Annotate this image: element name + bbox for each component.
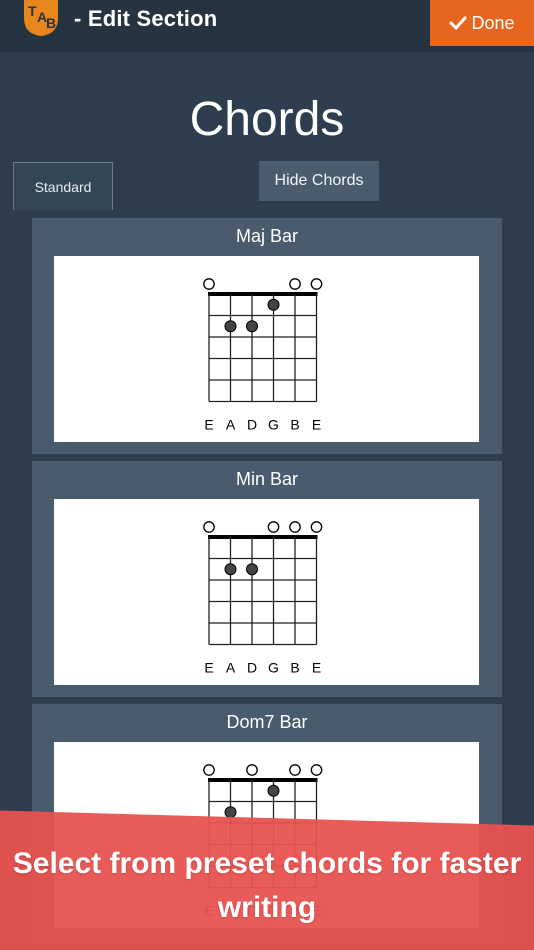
done-label: Done: [471, 12, 515, 33]
open-string-marker: [203, 521, 215, 533]
string-name-label: B: [290, 660, 299, 676]
page-title: Chords: [189, 93, 345, 146]
open-string-marker: [246, 764, 258, 776]
done-button[interactable]: Done: [430, 0, 534, 46]
top-bar: T A B - Edit Section Done: [0, 0, 534, 52]
tab-standard[interactable]: Standard: [13, 162, 113, 210]
open-string-marker: [310, 764, 323, 776]
finger-dot: [246, 563, 258, 576]
string-name-label: A: [226, 417, 236, 433]
chord-name: Min Bar: [235, 469, 298, 489]
chord-card-min-bar[interactable]: Min Bar EADGBE: [32, 461, 502, 697]
string-name-label: E: [312, 660, 321, 676]
open-string-marker: [310, 521, 323, 533]
finger-dot: [224, 563, 237, 576]
string-name-label: D: [247, 660, 257, 676]
banner-text: Select from preset chords for faster wri…: [12, 847, 522, 924]
chord-name: Maj Bar: [235, 226, 298, 246]
string-name-label: B: [290, 417, 299, 433]
string-name-label: E: [312, 417, 321, 433]
open-string-marker: [289, 764, 301, 776]
chord-diagram-svg: EADGBE: [203, 278, 323, 433]
string-name-label: E: [204, 417, 213, 433]
svg-text:B: B: [46, 15, 56, 31]
open-string-marker: [267, 521, 280, 533]
svg-text:T: T: [28, 3, 37, 19]
chord-diagram-svg: EADGBE: [203, 521, 323, 676]
section-title: - Edit Section: [74, 6, 218, 31]
chord-diagram: EADGBE: [54, 256, 479, 442]
finger-dot: [246, 320, 258, 333]
checkmark-icon: [449, 16, 467, 30]
string-name-label: A: [226, 660, 236, 676]
finger-dot: [224, 320, 237, 333]
open-string-marker: [289, 278, 301, 290]
open-string-marker: [203, 278, 215, 290]
hide-chords-button[interactable]: Hide Chords: [259, 161, 379, 201]
open-string-marker: [289, 521, 301, 533]
chord-name: Dom7 Bar: [226, 712, 308, 732]
finger-dot: [267, 298, 280, 311]
app-logo-icon: T A B: [24, 0, 58, 36]
chord-diagram: EADGBE: [54, 499, 479, 685]
open-string-marker: [310, 278, 323, 290]
string-name-label: G: [268, 417, 279, 433]
chord-card-maj-bar[interactable]: Maj Bar EADGBE: [32, 218, 502, 454]
promo-banner: Select from preset chords for faster wri…: [0, 800, 534, 950]
string-name-label: G: [268, 660, 279, 676]
finger-dot: [267, 784, 280, 797]
string-name-label: E: [204, 660, 213, 676]
open-string-marker: [203, 764, 215, 776]
string-name-label: D: [247, 417, 257, 433]
